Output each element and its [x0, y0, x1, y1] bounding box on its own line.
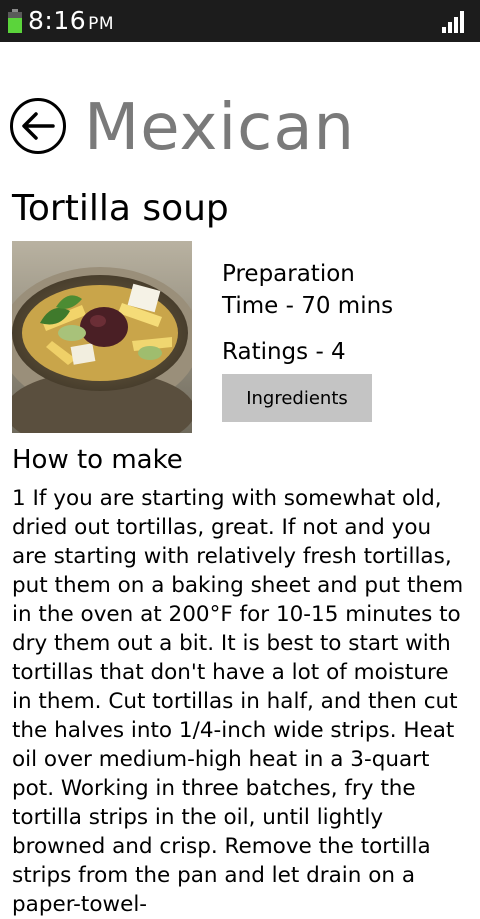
back-arrow-icon: [22, 112, 55, 140]
preparation-time: Preparation Time - 70 mins: [222, 258, 393, 322]
page-title: Mexican: [84, 91, 356, 165]
ratings: Ratings - 4: [222, 339, 346, 365]
back-button[interactable]: [10, 98, 66, 154]
status-bar: 8:16 PM: [0, 0, 480, 42]
battery-icon: [8, 9, 22, 33]
status-time: 8:16 PM: [28, 6, 114, 35]
time-ampm: PM: [88, 14, 115, 34]
preparation-value: Time - 70 mins: [222, 293, 394, 319]
signal-icon: [442, 11, 466, 33]
how-to-make-heading: How to make: [12, 445, 183, 475]
recipe-title: Tortilla soup: [12, 188, 229, 229]
ingredients-button[interactable]: Ingredients: [222, 374, 372, 422]
time-value: 8:16: [28, 6, 87, 35]
tortilla-soup-photo: [12, 241, 192, 433]
preparation-label: Preparation: [222, 261, 355, 287]
